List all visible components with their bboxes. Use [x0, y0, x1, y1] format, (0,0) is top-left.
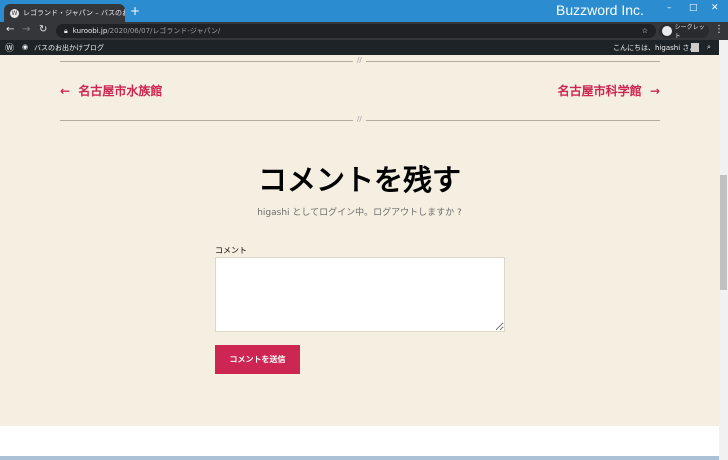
wp-admin-bar: Ⓦ ◉ バスのお出かけブログ こんにちは、higashi さん ⌕ — [0, 40, 719, 55]
submit-comment-button[interactable]: コメントを送信 — [215, 345, 300, 374]
next-post-title: 名古屋市科学館 — [557, 84, 642, 98]
menu-icon[interactable]: ⋮ — [714, 24, 724, 35]
reload-button[interactable]: ↻ — [39, 24, 47, 35]
url-domain: kuroobi.jp — [72, 27, 108, 35]
separator: // — [60, 115, 660, 123]
window-border — [0, 456, 719, 460]
prev-post-title: 名古屋市水族館 — [78, 84, 163, 98]
bookmark-star-icon[interactable]: ☆ — [642, 27, 648, 35]
site-name-link[interactable]: バスのお出かけブログ — [34, 43, 104, 53]
incognito-icon — [662, 26, 672, 36]
prev-post-link[interactable]: ← 名古屋市水族館 — [60, 82, 162, 99]
wordpress-favicon-icon: W — [10, 8, 19, 18]
comment-heading: コメントを残す — [257, 163, 461, 197]
next-post-link[interactable]: 名古屋市科学館 → — [558, 82, 660, 99]
tab-title: レゴランド・ジャパン – バスのお出かけブ — [23, 9, 125, 17]
avatar[interactable] — [691, 43, 699, 52]
arrow-right-icon: → — [649, 84, 660, 98]
separator: // — [60, 56, 660, 64]
scrollbar[interactable] — [719, 40, 728, 460]
forward-button[interactable]: → — [22, 24, 30, 35]
minimize-button[interactable]: – — [667, 3, 672, 13]
url-path: /2020/06/07/レゴランド-ジャパン/ — [107, 27, 221, 35]
wordpress-logo-icon[interactable]: Ⓦ — [5, 41, 14, 54]
page-content: // ← 名古屋市水族館 名古屋市科学館 → // コメントを残す higash… — [0, 55, 719, 426]
new-tab-button[interactable]: + — [130, 4, 140, 18]
brand-watermark: Buzzword Inc. — [556, 2, 644, 18]
lock-icon: 🔒︎ — [64, 26, 68, 35]
scrollbar-thumb[interactable] — [720, 175, 727, 290]
back-button[interactable]: ← — [6, 24, 14, 35]
search-icon[interactable]: ⌕ — [707, 43, 711, 52]
incognito-label: シークレット — [674, 24, 705, 40]
browser-tab[interactable]: W レゴランド・ジャパン – バスのお出かけブ ✕ — [4, 4, 125, 22]
dashboard-icon[interactable]: ◉ — [22, 43, 28, 51]
browser-toolbar: ← → ↻ 🔒︎ kuroobi.jp /2020/06/07/レゴランド-ジャ… — [0, 22, 728, 40]
title-bar: W レゴランド・ジャパン – バスのお出かけブ ✕ + Buzzword Inc… — [0, 0, 728, 22]
address-bar[interactable]: 🔒︎ kuroobi.jp /2020/06/07/レゴランド-ジャパン/ ☆ — [56, 24, 656, 38]
comment-label: コメント — [215, 246, 247, 255]
greeting[interactable]: こんにちは、higashi さん — [613, 43, 696, 53]
close-window-button[interactable]: ✕ — [711, 3, 719, 13]
maximize-button[interactable]: □ — [689, 3, 698, 13]
separator-mark: // — [353, 56, 366, 64]
separator-mark: // — [353, 115, 366, 123]
comment-textarea[interactable] — [215, 257, 505, 332]
arrow-left-icon: ← — [60, 84, 71, 98]
logged-in-as[interactable]: higashi としてログイン中。ログアウトしますか ? — [0, 205, 719, 218]
incognito-indicator[interactable]: シークレット — [659, 24, 709, 40]
